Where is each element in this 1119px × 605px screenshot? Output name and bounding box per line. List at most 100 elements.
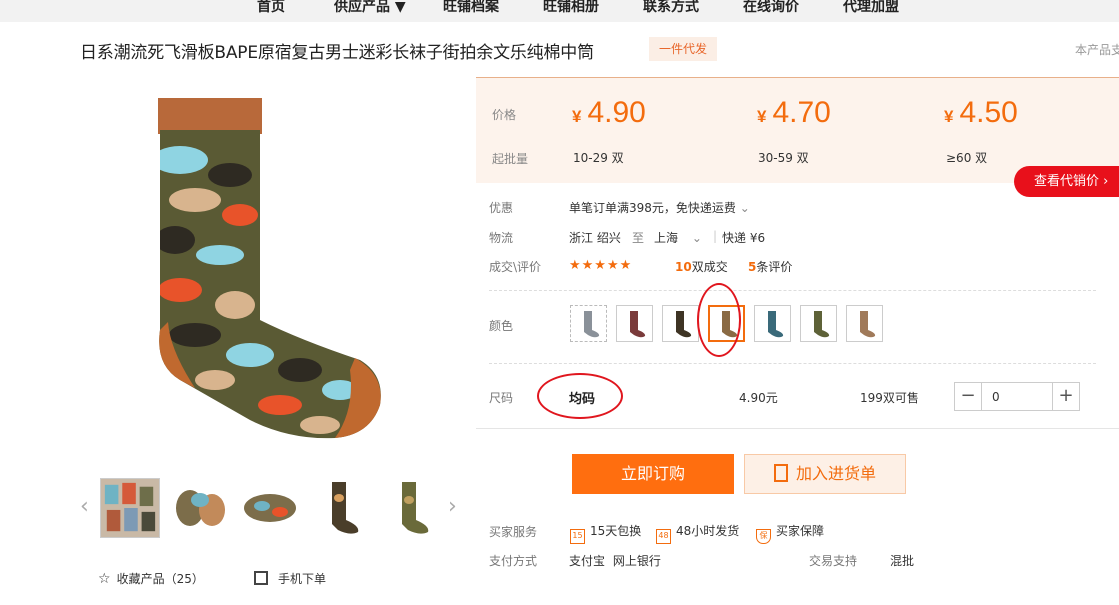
currency-symbol: ¥ — [572, 107, 582, 126]
shipping-fee: 快递 ¥6 — [722, 231, 766, 245]
size-label: 尺码 — [489, 391, 514, 405]
annotation-circle-size — [537, 373, 623, 419]
sock-icon — [768, 311, 784, 338]
product-title: 日系潮流死飞滑板BAPE原宿复古男士迷彩长袜子街拍余文乐纯棉中筒 — [80, 43, 594, 63]
quantity-plus-button[interactable]: + — [1052, 383, 1079, 410]
service-48h-ship: 48 48小时发货 — [656, 522, 739, 544]
price-label: 价格 — [492, 108, 517, 122]
destination-text: 上海 — [654, 231, 679, 245]
promo-text: 单笔订单满398元，免快递运费 — [569, 201, 736, 215]
calendar-icon: 15 — [570, 529, 585, 544]
destination-select[interactable]: 上海 ⌄ — [654, 229, 702, 246]
price-tier-1: ¥4.90 — [572, 96, 646, 130]
service-buyer-protection: 保买家保障 — [756, 522, 824, 544]
origin: 浙江 绍兴 — [569, 231, 621, 245]
nav-inquiry[interactable]: 在线询价 — [743, 0, 799, 16]
deals-text: 双成交 — [691, 260, 728, 274]
service-text: 15天包换 — [590, 524, 642, 538]
add-to-cart-label: 加入进货单 — [795, 464, 876, 483]
view-agent-price-button[interactable]: 查看代销价 › — [1014, 166, 1119, 197]
service-15-day-exchange: 15 15天包换 — [570, 522, 641, 544]
color-swatch-blue[interactable] — [754, 305, 791, 342]
top-nav: 首页 供应产品 ▼ 旺铺档案 旺铺相册 联系方式 在线询价 代理加盟 — [0, 0, 1119, 22]
color-swatch-wine[interactable] — [616, 305, 653, 342]
nav-shop-album[interactable]: 旺铺相册 — [543, 0, 599, 16]
trade-support-value: 混批 — [890, 554, 915, 568]
thumbnail-1[interactable] — [100, 478, 160, 538]
sock-icon — [814, 311, 830, 338]
annotation-circle-color — [697, 283, 741, 357]
trade-support-label: 交易支持 — [809, 554, 858, 568]
payment-methods: 支付宝 网上银行 — [569, 554, 661, 568]
quantity-minus-button[interactable]: − — [955, 383, 982, 410]
deals-number: 10 — [675, 260, 692, 274]
color-swatch-tan[interactable] — [846, 305, 883, 342]
nav-contact[interactable]: 联系方式 — [643, 0, 699, 16]
chevron-down-icon: ⌄ — [691, 231, 702, 245]
price-value: 4.50 — [959, 96, 1018, 129]
color-swatch-grey[interactable] — [570, 305, 607, 342]
chevron-down-icon: ⌄ — [739, 201, 750, 215]
divider — [489, 363, 1096, 364]
buy-now-button[interactable]: 立即订购 — [572, 454, 734, 494]
nav-shop-profile[interactable]: 旺铺档案 — [443, 0, 499, 16]
review-count[interactable]: 5条评价 — [748, 258, 792, 275]
stock-available: 199双可售 — [860, 391, 919, 405]
color-swatch-dark[interactable] — [662, 305, 699, 342]
color-swatch-olive[interactable] — [800, 305, 837, 342]
to-label: 至 — [632, 231, 645, 245]
sock-icon — [676, 311, 692, 338]
promo-label: 优惠 — [489, 201, 514, 215]
sock-icon — [630, 311, 646, 338]
currency-symbol: ¥ — [757, 107, 767, 126]
currency-symbol: ¥ — [944, 107, 954, 126]
reviews-label: 成交\评价 — [489, 260, 542, 274]
range-tier-3: ≥60 双 — [946, 151, 988, 165]
divider — [489, 290, 1096, 291]
buyer-service-label: 买家服务 — [489, 525, 538, 539]
divider — [476, 428, 1119, 429]
nav-home[interactable]: 首页 — [257, 0, 285, 16]
thumbnail-3[interactable] — [240, 478, 300, 538]
promo-value[interactable]: 单笔订单满398元，免快递运费 ⌄ — [569, 199, 750, 216]
price-value: 4.90 — [587, 96, 646, 129]
review-text: 条评价 — [756, 260, 793, 274]
favorite-product[interactable]: ☆ 收藏产品（25） — [98, 570, 204, 587]
nav-products[interactable]: 供应产品 ▼ — [334, 0, 406, 16]
service-text: 48小时发货 — [676, 524, 740, 538]
range-tier-2: 30-59 双 — [758, 151, 809, 165]
mobile-order[interactable]: 手机下单 — [254, 570, 326, 587]
logistics-label: 物流 — [489, 231, 514, 245]
thumbnail-2[interactable] — [170, 478, 230, 538]
clipboard-icon — [773, 464, 788, 482]
sock-icon — [860, 311, 876, 338]
deals-count[interactable]: 10双成交 — [675, 258, 728, 275]
right-note: 本产品支 — [1075, 43, 1119, 57]
qr-code-icon — [254, 571, 268, 585]
unit-price: 4.90元 — [739, 391, 778, 405]
service-text: 买家保障 — [776, 524, 825, 538]
price-value: 4.70 — [772, 96, 831, 129]
product-main-image — [158, 98, 381, 439]
shield-icon: 保 — [756, 529, 771, 544]
separator: | — [713, 229, 718, 243]
add-to-cart-button[interactable]: 加入进货单 — [744, 454, 906, 494]
thumb-prev-arrow[interactable]: ‹ — [80, 494, 89, 519]
quantity-stepper: − + — [954, 382, 1080, 411]
star-outline-icon: ☆ — [98, 571, 111, 587]
color-label: 颜色 — [489, 319, 514, 333]
rating-stars: ★★★★★ — [569, 258, 633, 273]
nav-agent[interactable]: 代理加盟 — [843, 0, 899, 16]
favorite-label: 收藏产品（25） — [116, 572, 204, 586]
moq-label: 起批量 — [492, 152, 529, 166]
thumb-next-arrow[interactable]: › — [448, 494, 457, 519]
range-tier-1: 10-29 双 — [573, 151, 624, 165]
thumbnail-4[interactable] — [310, 478, 370, 538]
mobile-order-label: 手机下单 — [278, 572, 327, 586]
thumbnail-5[interactable] — [380, 478, 440, 538]
payment-label: 支付方式 — [489, 554, 538, 568]
price-tier-3: ¥4.50 — [944, 96, 1018, 130]
clock-icon: 48 — [656, 529, 671, 544]
price-tier-2: ¥4.70 — [757, 96, 831, 130]
quantity-input[interactable] — [983, 383, 1051, 410]
